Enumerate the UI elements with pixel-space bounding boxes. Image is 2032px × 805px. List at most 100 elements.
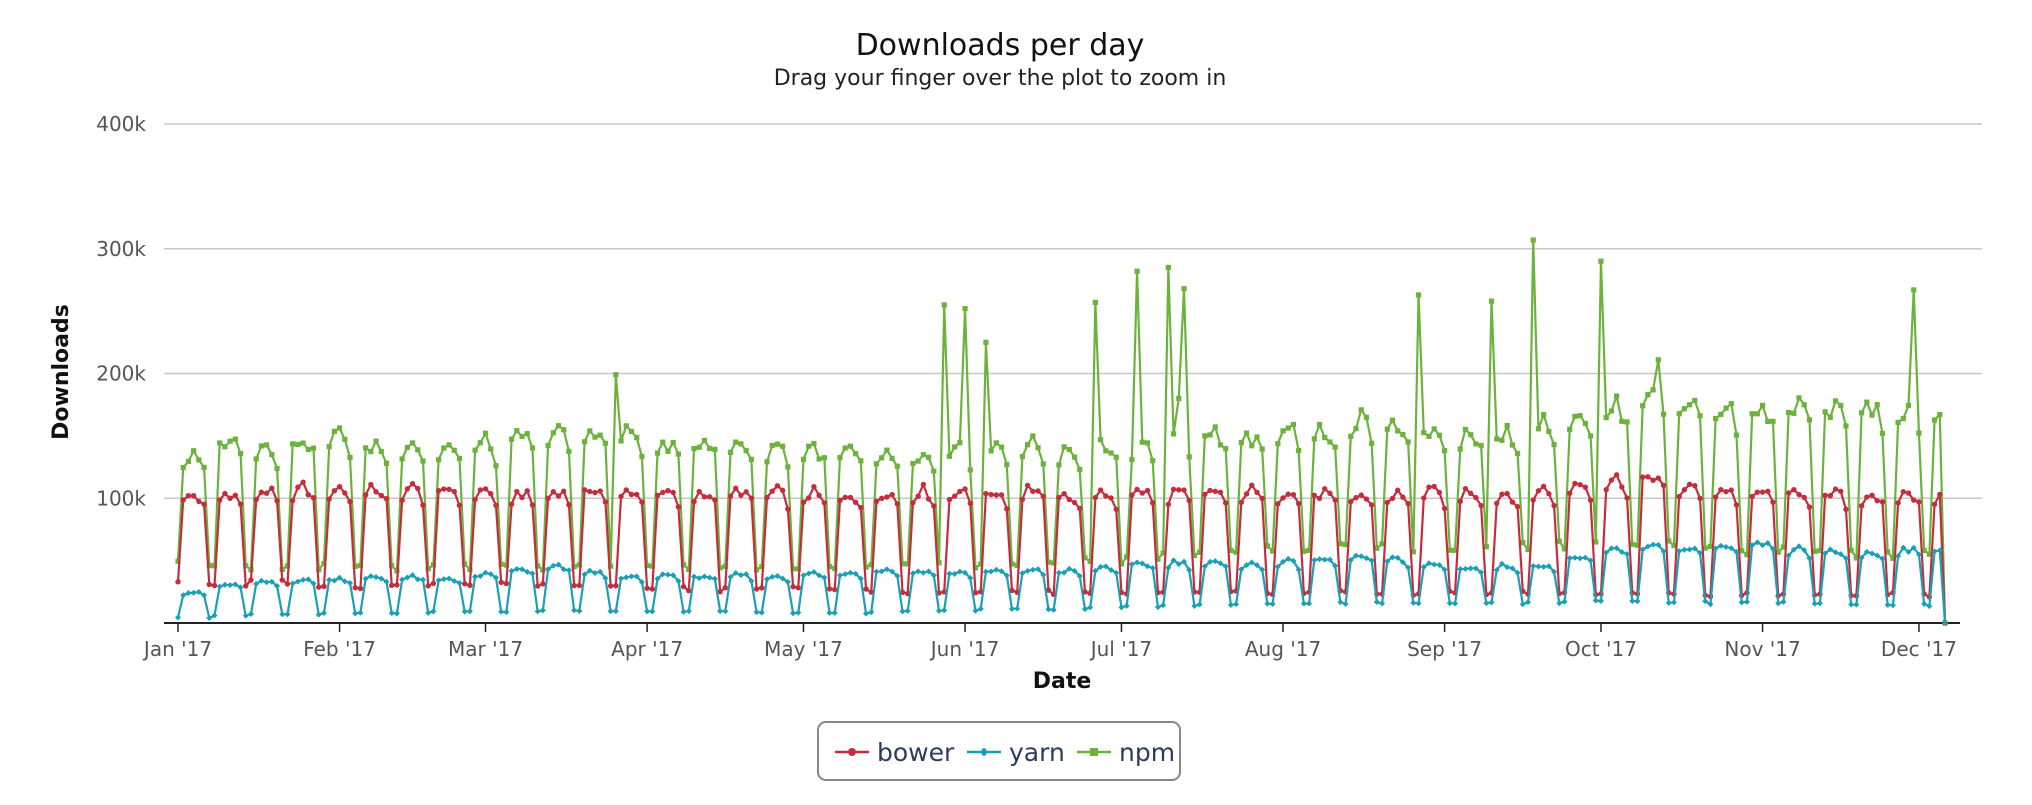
- data-point-bower[interactable]: [1791, 486, 1797, 493]
- data-point-npm[interactable]: [1290, 421, 1297, 428]
- data-point-npm[interactable]: [774, 441, 781, 447]
- data-point-npm[interactable]: [1035, 445, 1041, 451]
- data-point-yarn[interactable]: [836, 572, 843, 579]
- data-point-npm[interactable]: [618, 438, 624, 444]
- data-point-bower[interactable]: [759, 585, 765, 591]
- data-point-yarn[interactable]: [1665, 599, 1672, 606]
- data-point-bower[interactable]: [1389, 495, 1396, 502]
- data-point-bower[interactable]: [1712, 494, 1719, 500]
- data-point-bower[interactable]: [1092, 494, 1099, 501]
- data-point-yarn[interactable]: [1337, 599, 1344, 606]
- data-point-yarn[interactable]: [227, 582, 234, 589]
- data-point-yarn[interactable]: [868, 609, 875, 616]
- data-point-npm[interactable]: [1207, 432, 1213, 438]
- data-point-npm[interactable]: [800, 456, 807, 462]
- data-point-npm[interactable]: [1608, 408, 1615, 414]
- data-point-npm[interactable]: [743, 448, 749, 454]
- data-point-bower[interactable]: [1869, 492, 1875, 498]
- data-point-yarn[interactable]: [915, 568, 922, 575]
- data-point-bower[interactable]: [790, 584, 796, 590]
- data-point-npm[interactable]: [180, 465, 186, 471]
- data-point-npm[interactable]: [1567, 426, 1573, 432]
- data-point-npm[interactable]: [1676, 411, 1682, 417]
- data-point-npm[interactable]: [1832, 398, 1839, 404]
- data-point-yarn[interactable]: [1233, 601, 1240, 608]
- data-point-bower[interactable]: [1660, 482, 1667, 488]
- data-point-yarn[interactable]: [618, 575, 625, 582]
- data-point-yarn[interactable]: [571, 607, 578, 614]
- data-point-yarn[interactable]: [685, 608, 692, 615]
- data-point-yarn[interactable]: [1212, 558, 1219, 565]
- data-point-yarn[interactable]: [628, 573, 635, 580]
- data-point-npm[interactable]: [310, 445, 317, 451]
- data-point-bower[interactable]: [858, 504, 864, 511]
- data-point-bower[interactable]: [738, 492, 744, 498]
- data-point-npm[interactable]: [1395, 428, 1401, 434]
- data-point-yarn[interactable]: [1415, 600, 1422, 607]
- data-point-bower[interactable]: [1796, 491, 1802, 498]
- data-point-npm[interactable]: [1389, 417, 1396, 423]
- data-point-bower[interactable]: [607, 583, 614, 589]
- data-point-yarn[interactable]: [1738, 599, 1745, 606]
- data-point-npm[interactable]: [1108, 450, 1114, 456]
- data-point-npm[interactable]: [853, 451, 859, 457]
- data-point-bower[interactable]: [774, 483, 781, 489]
- data-point-bower[interactable]: [1827, 492, 1834, 499]
- data-point-npm[interactable]: [889, 455, 895, 462]
- data-point-npm[interactable]: [1765, 418, 1771, 424]
- data-point-npm[interactable]: [1556, 538, 1562, 544]
- data-point-npm[interactable]: [1603, 415, 1609, 421]
- data-point-bower[interactable]: [1613, 472, 1620, 478]
- data-point-bower[interactable]: [628, 491, 635, 498]
- data-point-bower[interactable]: [925, 496, 932, 502]
- data-point-npm[interactable]: [295, 441, 301, 448]
- data-point-npm[interactable]: [873, 461, 880, 467]
- data-point-npm[interactable]: [1358, 407, 1364, 413]
- data-point-bower[interactable]: [1546, 491, 1552, 497]
- data-point-bower[interactable]: [1608, 477, 1615, 483]
- data-point-bower[interactable]: [488, 491, 494, 497]
- data-point-bower[interactable]: [540, 581, 546, 587]
- data-point-bower[interactable]: [1108, 495, 1114, 501]
- data-point-npm[interactable]: [1535, 426, 1542, 432]
- data-point-npm[interactable]: [894, 463, 900, 469]
- data-point-npm[interactable]: [373, 438, 379, 444]
- data-point-yarn[interactable]: [1452, 600, 1459, 607]
- data-point-npm[interactable]: [274, 465, 280, 471]
- data-point-npm[interactable]: [222, 444, 228, 450]
- data-point-npm[interactable]: [1530, 237, 1536, 243]
- data-point-bower[interactable]: [1504, 490, 1510, 497]
- data-point-npm[interactable]: [1822, 409, 1828, 415]
- data-point-npm[interactable]: [1718, 411, 1724, 418]
- data-point-yarn[interactable]: [1811, 600, 1818, 607]
- data-point-yarn[interactable]: [826, 609, 833, 616]
- data-point-yarn[interactable]: [1358, 553, 1365, 560]
- data-point-bower[interactable]: [1322, 486, 1328, 492]
- data-point-npm[interactable]: [1139, 439, 1145, 445]
- data-point-npm[interactable]: [1869, 412, 1875, 418]
- data-point-bower[interactable]: [1436, 489, 1443, 496]
- data-point-npm[interactable]: [952, 444, 958, 450]
- data-point-yarn[interactable]: [1431, 561, 1438, 568]
- data-point-bower[interactable]: [222, 490, 228, 497]
- data-point-bower[interactable]: [1733, 502, 1740, 508]
- data-point-npm[interactable]: [1895, 419, 1901, 426]
- data-point-npm[interactable]: [237, 451, 244, 457]
- data-point-npm[interactable]: [524, 431, 530, 437]
- data-point-yarn[interactable]: [1853, 601, 1860, 608]
- data-point-npm[interactable]: [884, 447, 890, 453]
- data-point-yarn[interactable]: [1884, 601, 1891, 608]
- data-point-bower[interactable]: [1900, 489, 1907, 495]
- data-point-bower[interactable]: [1249, 482, 1255, 488]
- data-point-yarn[interactable]: [790, 610, 797, 617]
- data-point-bower[interactable]: [243, 583, 249, 589]
- data-point-npm[interactable]: [269, 451, 275, 458]
- data-point-bower[interactable]: [1785, 490, 1792, 496]
- data-point-bower[interactable]: [639, 499, 645, 505]
- data-point-npm[interactable]: [472, 447, 478, 453]
- data-point-npm[interactable]: [587, 428, 593, 434]
- data-point-yarn[interactable]: [289, 580, 296, 587]
- data-point-bower[interactable]: [1035, 488, 1041, 494]
- data-point-bower[interactable]: [1467, 490, 1474, 497]
- data-point-bower[interactable]: [675, 504, 682, 510]
